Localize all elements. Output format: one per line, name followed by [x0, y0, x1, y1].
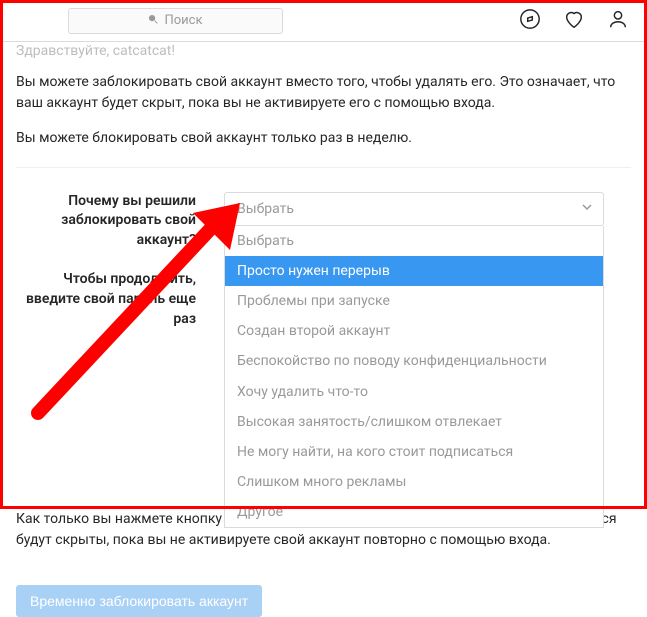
greeting-text: Здравствуйте, catcatcat!: [16, 42, 631, 62]
info-paragraph-1: Вы можете заблокировать свой аккаунт вме…: [16, 72, 631, 114]
search-icon: [148, 13, 158, 28]
disable-account-button[interactable]: Временно заблокировать аккаунт: [16, 585, 262, 617]
select-value: Выбрать: [237, 201, 294, 217]
info-paragraph-2: Вы можете блокировать свой аккаунт тольк…: [16, 128, 631, 149]
dropdown-option[interactable]: Хочу удалить что-то: [225, 377, 603, 407]
dropdown-option[interactable]: Беспокойство по поводу конфиденциальност…: [225, 346, 603, 376]
dropdown-option[interactable]: Не могу найти, на кого стоит подписаться: [225, 437, 603, 467]
explore-icon[interactable]: [519, 8, 541, 34]
reason-select[interactable]: Выбрать: [224, 192, 604, 226]
reason-label: Почему вы решили заблокировать свой акка…: [16, 192, 224, 251]
dropdown-option[interactable]: Выбрать: [225, 226, 603, 256]
password-label: Чтобы продолжить, введите свой пароль ещ…: [16, 270, 224, 329]
chevron-down-icon: [581, 201, 593, 217]
dropdown-option[interactable]: Создан второй аккаунт: [225, 316, 603, 346]
dropdown-option[interactable]: Просто нужен перерыв: [225, 256, 603, 286]
reason-dropdown: ВыбратьПросто нужен перерывПроблемы при …: [224, 226, 604, 529]
heart-icon[interactable]: [563, 8, 585, 34]
top-bar: Поиск: [0, 0, 647, 42]
search-input[interactable]: Поиск: [68, 8, 283, 34]
dropdown-option[interactable]: Слишком много рекламы: [225, 467, 603, 497]
search-placeholder: Поиск: [164, 13, 202, 28]
dropdown-option[interactable]: Проблемы при запуске: [225, 286, 603, 316]
dropdown-option[interactable]: Высокая занятость/слишком отвлекает: [225, 407, 603, 437]
divider: [16, 167, 631, 168]
main-content: Здравствуйте, catcatcat! Вы можете забло…: [0, 42, 647, 617]
dropdown-option[interactable]: Другое: [225, 497, 603, 527]
profile-icon[interactable]: [607, 8, 629, 34]
